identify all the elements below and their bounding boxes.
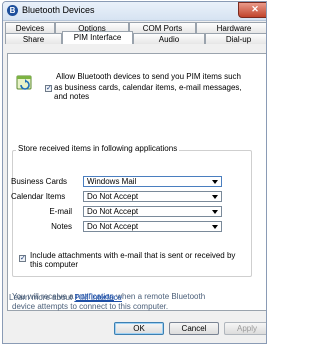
bluetooth-icon: B bbox=[7, 5, 18, 16]
chevron-down-icon bbox=[212, 180, 218, 184]
tab-dial-up[interactable]: Dial-up bbox=[205, 33, 266, 44]
window-title: Bluetooth Devices bbox=[22, 5, 95, 15]
include-attachments-checkbox[interactable]: ✓ bbox=[19, 255, 26, 262]
tab-devices[interactable]: Devices bbox=[5, 22, 55, 33]
notes-value: Do Not Accept bbox=[87, 222, 139, 231]
tab-share[interactable]: Share bbox=[5, 33, 62, 44]
tab-audio[interactable]: Audio bbox=[133, 33, 205, 44]
email-select[interactable]: Do Not Accept bbox=[83, 206, 222, 217]
email-value: Do Not Accept bbox=[87, 207, 139, 216]
tab-strip: Devices Options COM Ports Hardware Share… bbox=[3, 22, 266, 54]
allow-text-line3: and notes bbox=[54, 92, 90, 101]
business-cards-label: Business Cards bbox=[11, 177, 68, 186]
chevron-down-icon bbox=[212, 225, 218, 229]
calendar-items-select[interactable]: Do Not Accept bbox=[83, 191, 222, 202]
tab-com-ports[interactable]: COM Ports bbox=[129, 22, 196, 33]
notes-label: Notes bbox=[51, 222, 72, 231]
attach-text-line1: Include attachments with e-mail that is … bbox=[30, 251, 236, 260]
learn-prefix: Learn more about bbox=[9, 293, 75, 302]
ok-button[interactable]: OK bbox=[114, 322, 164, 335]
pim-sync-icon bbox=[16, 75, 32, 90]
chevron-down-icon bbox=[212, 195, 218, 199]
business-cards-select[interactable]: Windows Mail bbox=[83, 176, 222, 187]
apply-button[interactable]: Apply bbox=[224, 322, 266, 335]
tab-pim-interface[interactable]: PIM Interface bbox=[62, 31, 133, 44]
email-label: E-mail bbox=[49, 207, 72, 216]
pim-interface-link[interactable]: PIM Interface bbox=[74, 293, 122, 302]
business-cards-value: Windows Mail bbox=[87, 177, 137, 186]
store-group-label: Store received items in following applic… bbox=[16, 144, 180, 153]
pim-interface-panel: ✓ Allow Bluetooth devices to send you PI… bbox=[7, 53, 266, 311]
attach-text-line2: this computer bbox=[30, 260, 79, 269]
cancel-button[interactable]: Cancel bbox=[169, 322, 219, 335]
notes-select[interactable]: Do Not Accept bbox=[83, 221, 222, 232]
title-bar[interactable]: B Bluetooth Devices ✕ bbox=[3, 2, 266, 21]
close-button[interactable]: ✕ bbox=[238, 2, 266, 18]
learn-more: Learn more about PIM Interface bbox=[9, 293, 122, 303]
calendar-items-label: Calendar Items bbox=[11, 192, 66, 201]
allow-text-line2: as business cards, calendar items, e-mai… bbox=[54, 83, 242, 92]
notice-line2: device attempts to connect to this compu… bbox=[12, 302, 169, 311]
bluetooth-devices-window: B Bluetooth Devices ✕ Devices Options CO… bbox=[2, 1, 267, 344]
tab-hardware[interactable]: Hardware bbox=[196, 22, 266, 33]
allow-pim-checkbox[interactable]: ✓ bbox=[45, 85, 52, 92]
calendar-items-value: Do Not Accept bbox=[87, 192, 139, 201]
allow-text-line1: Allow Bluetooth devices to send you PIM … bbox=[56, 72, 241, 81]
notice-suffix: when a remote Bluetooth bbox=[114, 292, 206, 301]
chevron-down-icon bbox=[212, 210, 218, 214]
